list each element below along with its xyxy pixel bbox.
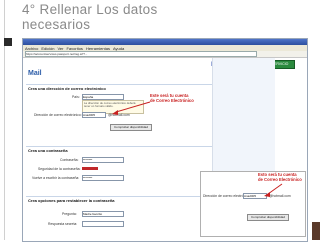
retype-password-label: Vuelve a escribir la contraseña: — [32, 176, 80, 180]
email-section: Crea una dirección de correo electrónico — [26, 84, 212, 91]
password-section-heading: Crea una contraseña — [28, 148, 68, 153]
callout-second: Esto será tu cuenta de Correo Electrónic… — [258, 172, 302, 182]
slide-accent-bar — [312, 222, 320, 240]
check-availability-button[interactable]: Comprobar disponibilidad — [110, 124, 152, 131]
reset-section: Crea opciones para restablecer la contra… — [26, 196, 212, 203]
slide-title: 4° Rellenar Los datos necesarios — [22, 2, 158, 32]
menu-item-tools[interactable]: Herramientas — [86, 46, 110, 51]
menu-item-file[interactable]: Archivo — [25, 46, 38, 51]
menu-item-favorites[interactable]: Favoritos — [66, 46, 82, 51]
mail-heading: Mail — [28, 70, 42, 77]
country-label: País: — [72, 95, 80, 99]
email-label: Dirección de correo electrónico: — [34, 113, 82, 117]
email-input[interactable]: Ana2005 — [82, 112, 106, 118]
answer-input[interactable] — [82, 221, 124, 227]
slide-corner-marker — [4, 38, 12, 46]
reset-section-heading: Crea opciones para restablecer la contra… — [28, 198, 115, 203]
callout-second-arrow — [264, 183, 283, 197]
slide-title-line-2: necesarios — [22, 17, 91, 32]
callout-first-text: Este será tu cuenta de Correo Electrónic… — [150, 93, 194, 103]
retype-password-input[interactable]: ******** — [82, 175, 124, 181]
question-select[interactable]: Madre favorito — [82, 211, 124, 217]
overlay-check-button[interactable]: Comprobar disponibilidad — [247, 214, 289, 221]
password-input[interactable]: ******** — [82, 157, 124, 163]
email-section-heading: Crea una dirección de correo electrónico — [28, 86, 106, 91]
question-label: Pregunta: — [62, 212, 77, 216]
info-sidebar — [212, 58, 275, 186]
password-strength-label: Seguridad de la contraseña: — [38, 167, 81, 171]
password-label: Contraseña: — [60, 158, 79, 162]
menu-item-help[interactable]: Ayuda — [113, 46, 124, 51]
callout-second-text: Esto será tu cuenta de Correo Electrónic… — [258, 172, 302, 182]
slide-frame-line — [4, 0, 17, 240]
address-field[interactable]: https://accountservices.passport.net/reg… — [25, 51, 257, 57]
address-bar: https://accountservices.passport.net/reg… — [23, 51, 307, 58]
menu-item-edit[interactable]: Edición — [41, 46, 54, 51]
answer-label: Respuesta secreta: — [48, 222, 78, 226]
password-strength-bar — [82, 167, 98, 170]
menu-item-view[interactable]: Ver — [57, 46, 63, 51]
callout-first-arrow — [112, 101, 151, 115]
password-section: Crea una contraseña — [26, 146, 212, 153]
slide-title-line-1: 4° Rellenar Los datos — [22, 2, 158, 17]
callout-first: Este será tu cuenta de Correo Electrónic… — [150, 93, 194, 103]
